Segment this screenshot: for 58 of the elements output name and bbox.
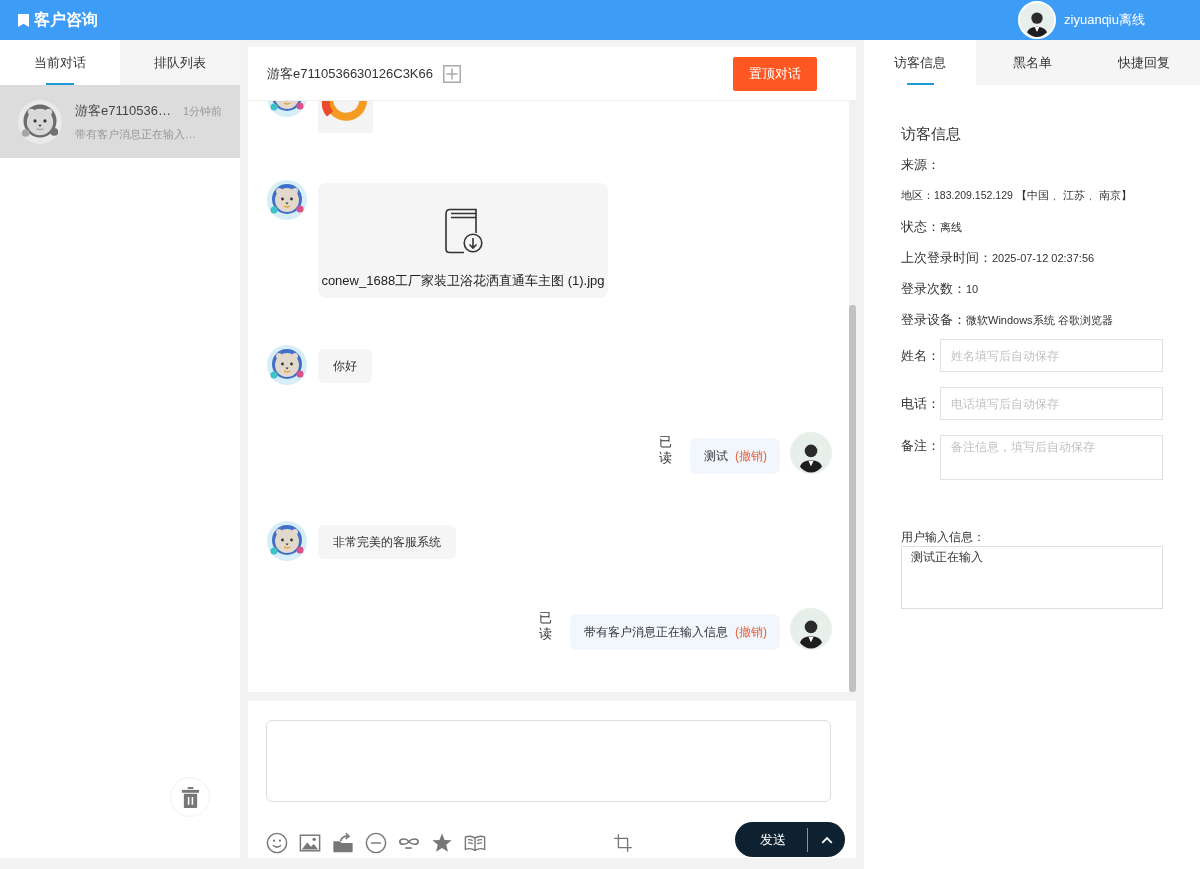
emoji-icon[interactable] [266,832,288,854]
chat-title: 游客e7110536630126C3K66 [267,64,433,83]
agent-avatar-icon[interactable] [1018,1,1057,39]
visitor-avatar-icon [267,180,307,220]
visitor-name: 游客e7110536… [75,101,171,120]
info-value: 离线 [940,220,962,235]
image-thumbnail[interactable] [318,101,373,133]
image-icon[interactable] [299,832,321,854]
scrollbar-track[interactable] [849,101,856,692]
field-label: 备注： [901,437,940,455]
panel-tab[interactable]: 快捷回复 [1088,40,1200,85]
send-button[interactable]: 发送 [735,822,807,857]
user-status: ziyuanqiu离线 [1064,11,1145,29]
agent-avatar-icon [790,608,832,650]
message-text: 带有客户消息正在输入信息 [584,624,728,640]
field-label: 电话： [901,394,940,413]
info-label: 登录次数： [901,280,966,298]
panel-tab[interactable]: 排队列表 [120,40,240,85]
message-input[interactable] [266,720,831,802]
info-value: 微软Windows系统 谷歌浏览器 [966,313,1113,328]
conversation-item[interactable]: 游客e7110536… 1分钟前 带有客户消息正在输入… [0,85,240,158]
message-time: 1分钟前 [182,103,222,119]
info-value: 10 [966,282,979,297]
scrollbar-thumb[interactable] [849,304,856,692]
add-icon[interactable] [443,64,461,83]
info-value: 2025-07-12 02:37:56 [992,251,1095,266]
file-card[interactable]: conew_1688工厂家装卫浴花洒直通车主图 (1).jpg [318,183,608,298]
field-label: 用户输入信息： [901,529,986,545]
info-label: 上次登录时间： [901,249,992,267]
info-label: 状态： [901,218,940,236]
visitor-avatar-icon [267,521,307,561]
info-label: 来源： [901,156,940,174]
delete-button[interactable] [170,777,210,817]
folder-upload-icon[interactable] [332,832,354,854]
crop-icon[interactable] [613,833,633,853]
read-receipt: 已读 [539,610,552,642]
message-bubble: 你好 [318,349,372,383]
field-label: 姓名： [901,346,940,365]
file-name: conew_1688工厂家装卫浴花洒直通车主图 (1).jpg [321,272,605,290]
read-receipt: 已读 [659,434,672,466]
visitor-avatar-icon [267,345,307,385]
panel-tab[interactable]: 黑名单 [976,40,1088,85]
message-bubble: 非常完美的客服系统 [318,525,456,559]
section-heading: 访客信息 [901,124,962,144]
app-title: 客户咨询 [34,9,98,30]
message-text: 测试 [704,448,728,464]
agent-avatar-icon [790,432,832,474]
star-icon[interactable] [431,832,453,854]
message-preview: 带有客户消息正在输入… [75,126,197,142]
typing-preview-field[interactable]: 测试正在输入 [901,546,1163,609]
bookmark-icon [18,13,29,27]
caret-up-icon [820,835,833,844]
visitor-avatar-icon [267,101,307,117]
file-download-icon [443,208,483,254]
trash-icon [180,786,200,808]
info-text: 地区：183.209.152.129 【中国 、江苏 、南京】 [901,188,1132,203]
minus-circle-icon[interactable] [365,832,387,854]
info-label: 登录设备： [901,311,966,329]
